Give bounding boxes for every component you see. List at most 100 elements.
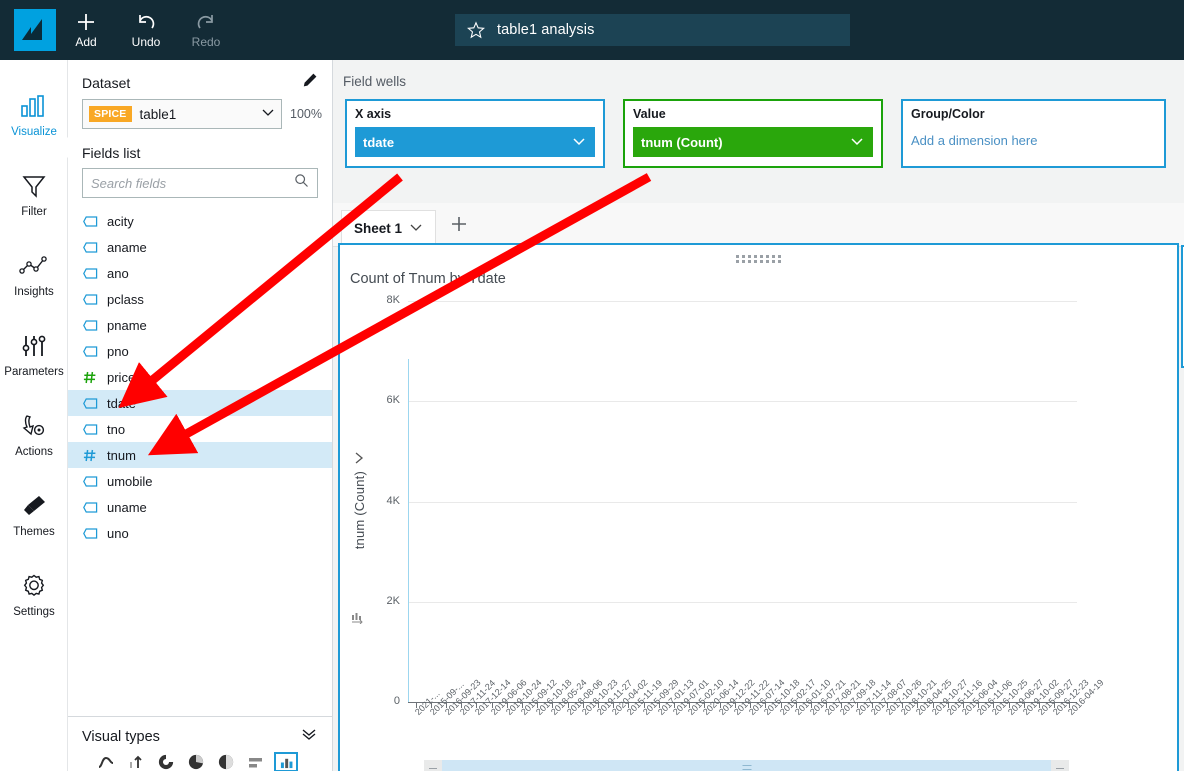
uname-field-row[interactable]: uname (68, 494, 332, 520)
string-field-icon (82, 345, 98, 357)
fields-list-heading: Fields list (82, 145, 141, 161)
analysis-title-bar[interactable]: table1 analysis (455, 14, 850, 46)
tab-sheet-1[interactable]: Sheet 1 (341, 210, 437, 246)
scroll-thumb[interactable] (442, 760, 1051, 771)
chevron-down-icon[interactable] (849, 134, 865, 151)
scroll-right-button[interactable] (1051, 760, 1069, 771)
field-label: uno (107, 525, 129, 541)
fields-list: acity aname ano pclass pname pno price tdate tno… (68, 208, 332, 546)
vertical-bar-icon[interactable] (274, 752, 298, 771)
visual-types-header[interactable]: Visual types (68, 717, 332, 746)
price-field-row[interactable]: price (68, 364, 332, 390)
field-label: acity (107, 213, 134, 229)
field-label: uname (107, 499, 147, 515)
undo-icon (135, 11, 157, 33)
work-area: Field wells X axis tdate Value tnum (Cou… (333, 60, 1184, 771)
value-well-title: Value (633, 107, 666, 121)
field-label: pclass (107, 291, 144, 307)
field-wells-row: X axis tdate Value tnum (Count) Group/Co… (333, 89, 1184, 168)
pno-field-row[interactable]: pno (68, 338, 332, 364)
aname-field-row[interactable]: aname (68, 234, 332, 260)
add-button-label: Add (75, 35, 97, 49)
field-label: tnum (107, 447, 136, 463)
drag-dots-icon[interactable] (735, 255, 782, 263)
group-color-well[interactable]: Group/Color Add a dimension here (901, 99, 1166, 168)
search-icon[interactable] (294, 173, 309, 193)
bar-chart-icon (19, 91, 49, 121)
field-label: price (107, 369, 136, 385)
acity-field-row[interactable]: acity (68, 208, 332, 234)
search-fields-box[interactable] (82, 168, 318, 198)
tno-field-row[interactable]: tno (68, 416, 332, 442)
field-label: aname (107, 239, 147, 255)
sidebar-item-actions[interactable]: Actions (0, 394, 68, 474)
line-chart-icon[interactable] (94, 752, 118, 771)
chevron-down-icon[interactable] (409, 220, 423, 238)
chevron-down-icon[interactable] (571, 134, 587, 151)
sidebar-item-settings[interactable]: Settings (0, 554, 68, 634)
value-well[interactable]: Value tnum (Count) (623, 99, 883, 168)
visual-container[interactable]: Count of Tnum by Tdate tnum (Count) 8K 6… (338, 243, 1184, 771)
sidebar-item-label: Insights (14, 285, 54, 298)
tdate-field-row[interactable]: tdate (68, 390, 332, 416)
x-axis-well-pill[interactable]: tdate (355, 127, 595, 157)
sidebar-item-label: Visualize (11, 125, 57, 138)
add-sheet-button[interactable] (450, 215, 468, 238)
sidebar-item-parameters[interactable]: Parameters (0, 314, 68, 394)
string-field-icon (82, 423, 98, 435)
redo-button[interactable]: Redo (176, 0, 236, 60)
scroll-left-button[interactable] (424, 760, 442, 771)
visual-types-icon-row (68, 746, 332, 771)
field-label: pno (107, 343, 129, 359)
string-field-icon (82, 397, 98, 409)
chart-horizontal-scrollbar[interactable] (424, 760, 1069, 771)
horizontal-bar-icon[interactable] (244, 752, 268, 771)
pie-chart-icon[interactable] (184, 752, 208, 771)
visual-types-heading: Visual types (82, 728, 160, 745)
tnum-field-row[interactable]: tnum (68, 442, 332, 468)
sidebar-item-visualize[interactable]: Visualize (0, 74, 68, 154)
search-input[interactable] (91, 175, 294, 191)
sidebar-item-filter[interactable]: Filter (0, 154, 68, 234)
plus-icon (76, 11, 96, 33)
pencil-icon[interactable] (302, 72, 318, 93)
add-button[interactable]: Add (56, 0, 116, 60)
uno-field-row[interactable]: uno (68, 520, 332, 546)
donut-chart-icon[interactable] (154, 752, 178, 771)
x-axis-well[interactable]: X axis tdate (345, 99, 605, 168)
string-field-icon (82, 267, 98, 279)
number-field-icon (82, 371, 98, 384)
pname-field-row[interactable]: pname (68, 312, 332, 338)
fields-panel: Dataset SPICE table1 100% Fields list Se… (68, 60, 333, 771)
cursor-gear-icon (20, 411, 48, 441)
spice-badge: SPICE (89, 106, 132, 122)
group-color-well-hint[interactable]: Add a dimension here (911, 127, 1156, 158)
umobile-field-row[interactable]: umobile (68, 468, 332, 494)
sidebar-item-themes[interactable]: Themes (0, 474, 68, 554)
sidebar-item-insights[interactable]: Insights (0, 234, 68, 314)
sidebar-item-label: Parameters (4, 365, 64, 378)
visual-types-panel: Visual types (68, 716, 332, 771)
left-nav-rail: Visualize Filter Insights Parameters Act… (0, 60, 68, 771)
value-well-pill[interactable]: tnum (Count) (633, 127, 873, 157)
half-pie-chart-icon[interactable] (214, 752, 238, 771)
dataset-select[interactable]: SPICE table1 (82, 99, 283, 129)
chart-plot-area: tnum (Count) 8K 6K 4K 2K 0 2021-... 2015-09-.… (340, 291, 1115, 741)
field-label: tdate (107, 395, 136, 411)
string-field-icon (82, 241, 98, 253)
gear-icon (21, 571, 47, 601)
redo-icon (195, 11, 217, 33)
field-label: umobile (107, 473, 153, 489)
field-wells-heading: Field wells (343, 74, 407, 89)
ano-field-row[interactable]: ano (68, 260, 332, 286)
undo-button[interactable]: Undo (116, 0, 176, 60)
sidebar-item-label: Filter (21, 205, 47, 218)
pclass-field-row[interactable]: pclass (68, 286, 332, 312)
chevron-down-icon[interactable] (261, 105, 275, 124)
chevrons-down-icon[interactable] (300, 727, 318, 746)
field-label: pname (107, 317, 147, 333)
quicksight-logo-icon[interactable] (14, 9, 56, 51)
combo-chart-icon[interactable] (124, 752, 148, 771)
x-axis: 2021-... 2015-09-... 2016-09-23 2017-11-24 2… (340, 291, 1115, 741)
star-outline-icon[interactable] (467, 21, 485, 39)
